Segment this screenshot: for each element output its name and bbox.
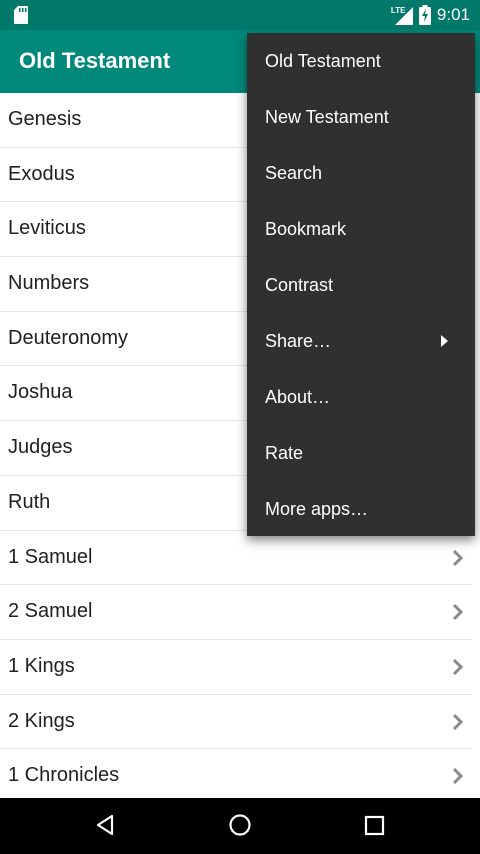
sd-card-icon [14,6,28,24]
chevron-right-icon [452,658,464,675]
menu-item-more-apps[interactable]: More apps… [247,481,475,537]
book-title: Leviticus [8,217,86,240]
menu-item-contrast[interactable]: Contrast [247,257,475,313]
page-title: Old Testament [19,48,171,73]
home-icon[interactable] [228,813,252,837]
book-title: 1 Samuel [8,545,93,568]
book-title: 1 Chronicles [8,764,120,787]
book-title: Exodus [8,162,75,185]
menu-item-label: Contrast [265,275,334,295]
book-title: Judges [8,436,73,459]
book-title: 2 Kings [8,709,75,732]
menu-item-label: About… [265,387,331,407]
menu-item-new-testament[interactable]: New Testament [247,89,475,145]
menu-item-label: Search [265,163,323,183]
chevron-right-icon [452,768,464,785]
book-title: Joshua [8,381,73,404]
chevron-right-icon [452,549,464,566]
book-title: 1 Kings [8,654,75,677]
menu-item-label: Rate [265,443,304,463]
menu-item-label: More apps… [265,499,369,519]
book-title: Ruth [8,490,51,513]
book-title: Genesis [8,108,82,130]
recents-icon[interactable] [364,813,386,837]
menu-item-label: Old Testament [265,51,381,71]
book-title: Deuteronomy [8,326,129,349]
submenu-arrow-icon [441,335,448,347]
book-title: 2 Samuel [8,600,93,623]
chevron-right-icon [452,713,464,730]
status-bar: LTE 9:01 [0,0,480,30]
menu-item-rate[interactable]: Rate [247,425,475,481]
menu-item-bookmark[interactable]: Bookmark [247,201,475,257]
battery-charging-icon [418,5,431,25]
list-item[interactable]: 2 Samuel [0,585,472,640]
menu-item-label: Bookmark [265,219,347,239]
menu-item-about[interactable]: About… [247,369,475,425]
back-icon[interactable] [93,813,117,837]
menu-item-old-testament[interactable]: Old Testament [247,33,475,89]
menu-item-share[interactable]: Share… [247,313,475,369]
menu-item-label: New Testament [265,107,389,127]
book-title: Numbers [8,272,90,295]
clock: 9:01 [436,5,470,24]
list-item[interactable]: 1 Kings [0,640,472,695]
list-item[interactable]: 1 Samuel [0,531,472,586]
overflow-menu: Old Testament New Testament Search Bookm… [247,33,475,536]
list-item[interactable]: 2 Kings [0,695,472,750]
chevron-right-icon [452,604,464,621]
navigation-bar [0,798,480,854]
menu-item-label: Share… [265,331,332,351]
signal-icon: LTE [391,5,413,25]
list-item[interactable]: 1 Chronicles [0,749,472,798]
menu-item-search[interactable]: Search [247,145,475,201]
